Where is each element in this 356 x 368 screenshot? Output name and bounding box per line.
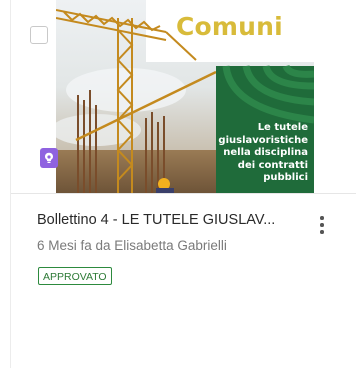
cover-caption: Le tutele giuslavoristiche nella discipl…: [218, 122, 308, 183]
kebab-menu-icon[interactable]: [314, 213, 330, 237]
document-card[interactable]: Comuni Le tutele giuslavoristiche nella …: [10, 0, 356, 368]
cover-title: Comuni: [176, 12, 283, 41]
cover-image: Comuni Le tutele giuslavoristiche nella …: [56, 0, 314, 193]
card-thumbnail-area[interactable]: Comuni Le tutele giuslavoristiche nella …: [11, 0, 356, 194]
select-checkbox[interactable]: [30, 26, 48, 44]
bulb-icon: [40, 148, 58, 168]
status-badge: APPROVATO: [38, 267, 112, 285]
document-title[interactable]: Bollettino 4 - LE TUTELE GIUSLAV...: [37, 212, 307, 228]
document-meta: 6 Mesi fa da Elisabetta Gabrielli: [37, 238, 227, 253]
